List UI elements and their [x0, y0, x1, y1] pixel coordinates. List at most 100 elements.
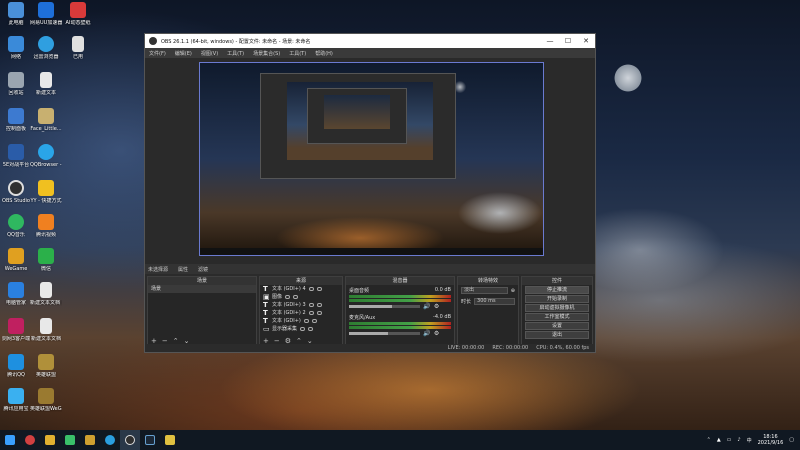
windows-icon[interactable] [0, 430, 20, 450]
gear-icon[interactable]: ⚙ [434, 303, 439, 310]
menu-help[interactable]: 帮助(H) [315, 50, 333, 57]
text-source-icon: T [263, 309, 268, 317]
desktop-icon[interactable]: OBS Studio [0, 180, 32, 204]
menu-tools[interactable]: 工具(T) [227, 50, 244, 57]
close-button[interactable]: ✕ [577, 34, 595, 48]
shield-icon[interactable]: ▲ [717, 437, 721, 443]
lock-icon[interactable] [316, 303, 322, 307]
desktop-icon[interactable]: WeGame [0, 248, 32, 272]
lock-icon[interactable] [308, 327, 314, 331]
gear-icon[interactable]: ⚙ [434, 330, 439, 337]
desktop-icon[interactable]: 微信 [30, 248, 62, 272]
source-label: 文本 (GDI+) [272, 318, 301, 324]
desktop-icon[interactable]: 腾讯QQ [0, 354, 32, 378]
desktop-icon[interactable]: 已用 [62, 36, 94, 60]
notification-icon[interactable]: ▢ [789, 437, 794, 443]
menu-view[interactable]: 视图(V) [201, 50, 218, 57]
settings-button[interactable]: 设置 [525, 322, 589, 330]
game-icon[interactable] [80, 430, 100, 450]
maximize-button[interactable]: ☐ [559, 34, 577, 48]
desktop-icon[interactable]: 回收站 [0, 72, 32, 96]
visibility-icon[interactable] [308, 311, 314, 315]
desktop-icon[interactable]: QQ音乐 [0, 214, 32, 238]
volume-icon[interactable]: ♪ [737, 437, 740, 443]
desktop-icon[interactable]: 迅雷浏览器 [30, 36, 62, 60]
volume-meter [349, 326, 451, 329]
obs-logo-icon [149, 37, 157, 45]
obs-titlebar[interactable]: OBS 26.1.1 (64-bit, windows) - 配置文件: 未命名… [145, 34, 595, 48]
desktop-icon[interactable]: 英雄联盟WeGame版 [30, 388, 62, 412]
speaker-icon[interactable]: 🔊 [423, 303, 430, 310]
tray-chevron-icon[interactable]: ⌃ [707, 437, 711, 443]
exit-button[interactable]: 退出 [525, 331, 589, 339]
browser-icon[interactable] [100, 430, 120, 450]
desktop-icon[interactable]: YY - 快捷方式 [30, 180, 62, 204]
desktop-icon[interactable]: 网易UU加速器 [30, 2, 62, 26]
desktop-icon[interactable]: 英雄联盟 [30, 354, 62, 378]
source-item[interactable]: ▣ 图像 [260, 293, 342, 301]
folder-icon[interactable] [40, 430, 60, 450]
app-icon[interactable] [160, 430, 180, 450]
visibility-icon[interactable] [303, 319, 309, 323]
desktop-icon[interactable]: AI动态壁纸 [62, 2, 94, 26]
menu-edit[interactable]: 编辑(E) [175, 50, 192, 57]
source-item[interactable]: T 文本 (GDI+) [260, 317, 342, 325]
visibility-icon[interactable] [308, 287, 314, 291]
desktop-icon[interactable]: 5E对战平台 [0, 144, 32, 168]
studio-mode-button[interactable]: 工作室模式 [525, 313, 589, 321]
volume-slider-fill [349, 332, 389, 335]
ime-icon[interactable]: 中 [747, 437, 752, 444]
status-bar: LIVE: 00:00:00 REC: 00:00:00 CPU: 0.4%, … [145, 344, 595, 352]
speaker-icon[interactable]: 🔊 [423, 330, 430, 337]
desktop-icon[interactable]: Face_Little... [30, 108, 62, 132]
desktop-icon[interactable]: 新建文本文档 [30, 318, 62, 342]
desktop-icon[interactable]: 网络 [0, 36, 32, 60]
visibility-icon[interactable] [300, 327, 306, 331]
network-icon[interactable]: ▭ [727, 437, 732, 443]
menu-file[interactable]: 文件(F) [149, 50, 166, 57]
stop-streaming-button[interactable]: 停止推流 [525, 286, 589, 294]
wegame-icon [8, 248, 24, 264]
minimize-button[interactable]: — [541, 34, 559, 48]
steam-icon[interactable] [140, 430, 160, 450]
start-recording-button[interactable]: 开始录制 [525, 295, 589, 303]
menu-scene-collection[interactable]: 场景集合(S) [253, 50, 280, 57]
search-icon[interactable] [20, 430, 40, 450]
desktop-icon[interactable]: 剑网3客户端 [0, 318, 32, 342]
wechat-icon [38, 248, 54, 264]
lock-icon[interactable] [293, 295, 299, 299]
start-virtual-camera-button[interactable]: 启动虚拟摄像机 [525, 304, 589, 312]
desktop-icon[interactable]: 此电脑 [0, 2, 32, 26]
sources-header: 来源 [260, 277, 342, 285]
desktop-icon[interactable]: 新建文本文档 (2) [30, 282, 62, 306]
duration-input[interactable]: 300 ms [474, 298, 515, 305]
add-transition-icon[interactable]: ⊕ [511, 288, 515, 294]
desktop-icon[interactable]: 控制面板 [0, 108, 32, 132]
properties-button[interactable]: 属性 [178, 266, 188, 273]
visibility-icon[interactable] [308, 303, 314, 307]
lock-icon[interactable] [316, 287, 322, 291]
volume-slider[interactable] [349, 332, 421, 335]
media-icon[interactable] [60, 430, 80, 450]
source-item[interactable]: T 文本 (GDI+) 3 [260, 301, 342, 309]
source-item[interactable]: T 文本 (GDI+) 4 [260, 285, 342, 293]
preview-canvas[interactable] [199, 62, 544, 256]
obs-icon[interactable] [120, 430, 140, 450]
clock[interactable]: 18:16 2021/9/16 [758, 434, 784, 446]
menu-tools-2[interactable]: 工具(T) [289, 50, 306, 57]
visibility-icon[interactable] [285, 295, 291, 299]
volume-slider[interactable] [349, 305, 421, 308]
lock-icon[interactable] [316, 311, 322, 315]
source-item[interactable]: ▭ 显示器采集 [260, 325, 342, 333]
source-item[interactable]: T 文本 (GDI+) 2 [260, 309, 342, 317]
desktop-icon[interactable]: 电脑管家 [0, 282, 32, 306]
desktop-icon[interactable]: 腾讯应用宝 [0, 388, 32, 412]
filters-button[interactable]: 滤镜 [198, 266, 208, 273]
desktop-icon[interactable]: 腾讯视频 [30, 214, 62, 238]
lock-icon[interactable] [311, 319, 317, 323]
transition-select[interactable]: 淡出 [461, 287, 508, 294]
text-file-icon [40, 318, 52, 334]
desktop-icon[interactable]: 新建文本 [30, 72, 62, 96]
desktop-icon[interactable]: QQBrowser - 快捷方式 [30, 144, 62, 168]
scene-item[interactable]: 场景 [148, 285, 256, 293]
